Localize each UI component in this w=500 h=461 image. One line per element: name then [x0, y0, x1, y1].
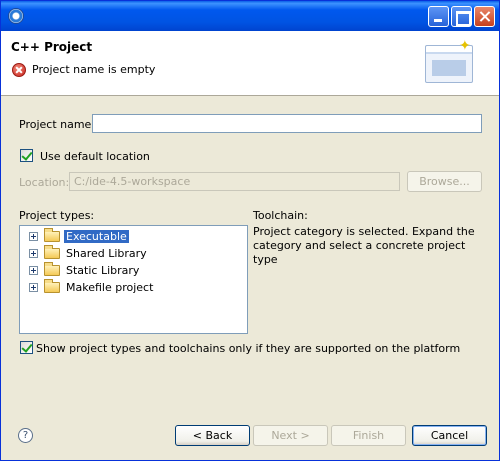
back-button[interactable]: < Back: [175, 425, 250, 446]
use-default-location-checkbox[interactable]: [20, 149, 33, 162]
error-message: Project name is empty: [32, 63, 156, 76]
tree-item-makefile-project[interactable]: Makefile project: [20, 279, 245, 296]
title-bar[interactable]: [1, 1, 499, 31]
plus-box-icon[interactable]: [29, 283, 38, 292]
sparkle-icon: ✦: [459, 38, 471, 54]
close-window-button[interactable]: [474, 6, 495, 27]
show-supported-label: Show project types and toolchains only i…: [36, 342, 461, 355]
project-name-input[interactable]: [92, 114, 482, 133]
help-icon[interactable]: ?: [18, 428, 33, 443]
folder-icon: [44, 279, 60, 293]
show-supported-checkbox[interactable]: [20, 341, 33, 354]
project-types-tree[interactable]: Executable Shared Library Static Library…: [19, 225, 248, 334]
plus-box-icon[interactable]: [29, 232, 38, 241]
tree-item-label: Shared Library: [66, 247, 147, 260]
error-icon: [12, 63, 26, 77]
minimize-button[interactable]: [428, 6, 449, 27]
plus-box-icon[interactable]: [29, 249, 38, 258]
cpp-project-dialog: C++ Project Project name is empty ✦ Proj…: [0, 0, 500, 461]
next-button[interactable]: Next >: [253, 425, 328, 446]
folder-icon: [44, 245, 60, 259]
page-title: C++ Project: [11, 40, 93, 54]
wizard-header: C++ Project Project name is empty ✦: [1, 31, 499, 96]
folder-icon: [44, 228, 60, 242]
use-default-location-label: Use default location: [40, 150, 150, 163]
location-input[interactable]: C:/ide-4.5-workspace: [69, 172, 400, 191]
tree-item-static-library[interactable]: Static Library: [20, 262, 245, 279]
plus-box-icon[interactable]: [29, 266, 38, 275]
folder-icon: [44, 262, 60, 276]
tree-item-executable[interactable]: Executable: [20, 228, 245, 245]
project-types-label: Project types:: [19, 209, 95, 222]
toolchain-label: Toolchain:: [253, 209, 308, 222]
location-label: Location:: [19, 176, 70, 189]
tree-item-label: Static Library: [66, 264, 140, 277]
toolchain-message: Project category is selected. Expand the…: [253, 225, 475, 266]
maximize-button[interactable]: [451, 6, 472, 27]
eclipse-icon: [8, 8, 24, 24]
browse-button[interactable]: Browse...: [407, 171, 482, 192]
cancel-button[interactable]: Cancel: [412, 425, 487, 446]
finish-button[interactable]: Finish: [331, 425, 406, 446]
project-name-label: Project name:: [19, 118, 96, 131]
tree-item-shared-library[interactable]: Shared Library: [20, 245, 245, 262]
tree-item-label: Executable: [63, 229, 130, 244]
tree-item-label: Makefile project: [66, 281, 154, 294]
